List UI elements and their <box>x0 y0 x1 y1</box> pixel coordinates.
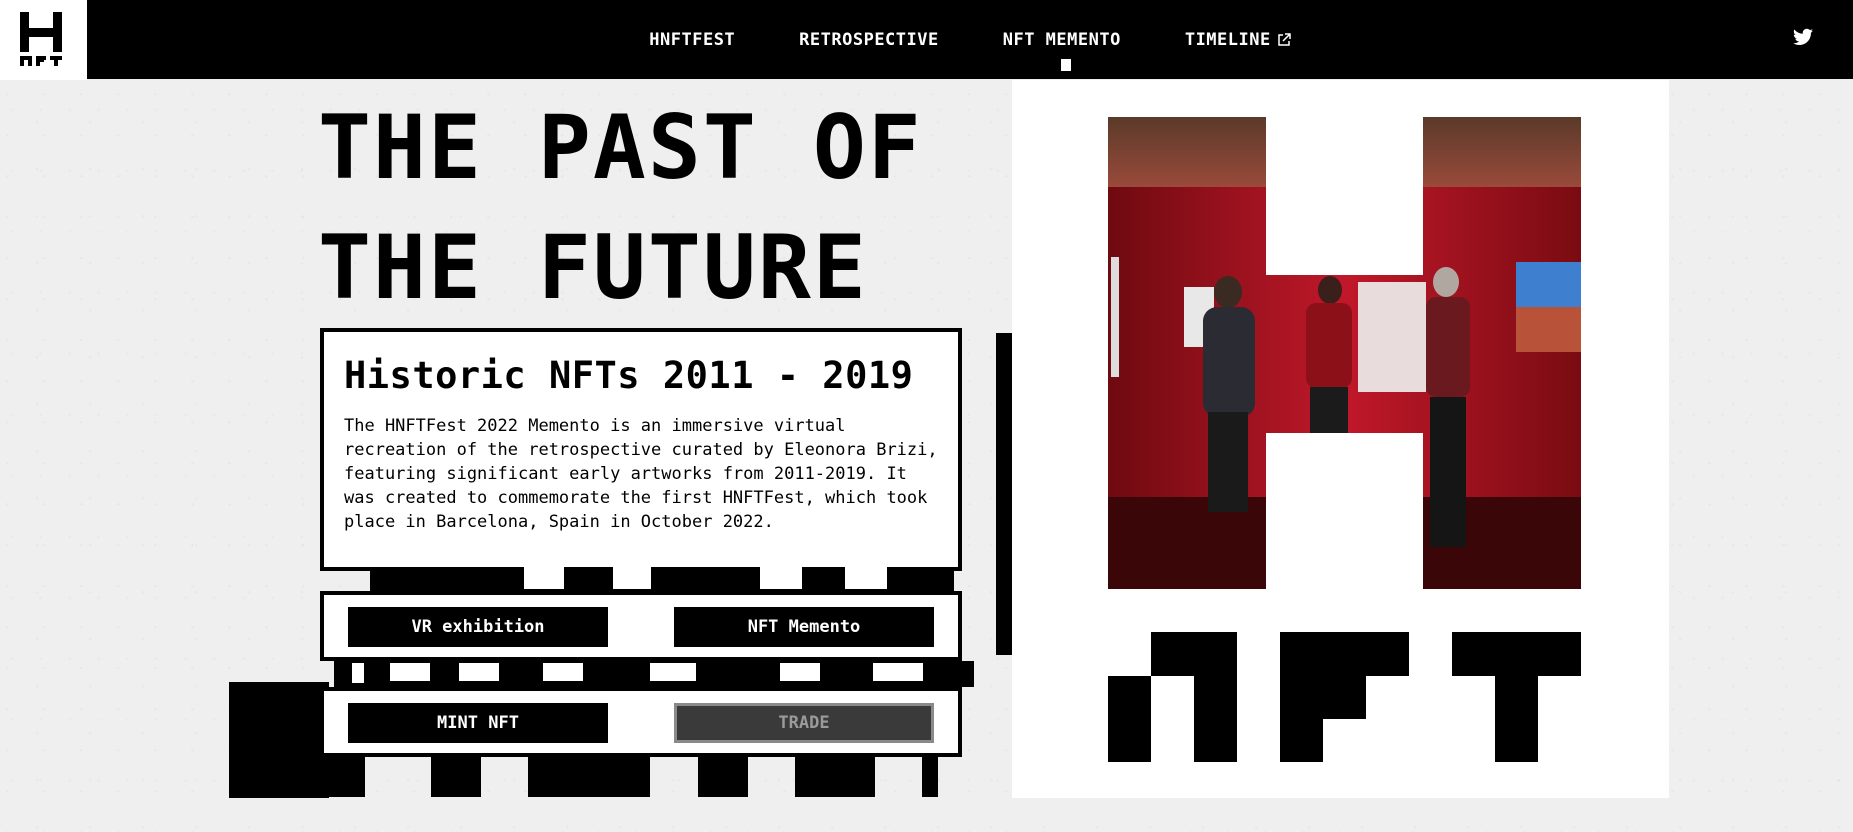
exhibition-photo-image <box>1108 117 1581 589</box>
nav-label: TIMELINE <box>1184 29 1271 50</box>
card-body: The HNFTFest 2022 Memento is an immersiv… <box>344 416 938 532</box>
twitter-link[interactable] <box>1793 28 1813 50</box>
site-logo[interactable] <box>0 0 87 80</box>
hero-title-line-1: THE PAST OF <box>318 96 923 199</box>
trade-button[interactable]: TRADE <box>674 703 934 743</box>
hnft-logo-icon <box>20 12 62 66</box>
mint-nft-button[interactable]: MINT NFT <box>348 703 608 743</box>
pixel-block-large <box>229 682 329 798</box>
exhibition-photo <box>1108 117 1581 589</box>
twitter-icon <box>1793 28 1813 45</box>
external-link-icon <box>1277 32 1291 46</box>
nav-item-retrospective[interactable]: RETROSPECTIVE <box>799 30 939 50</box>
button-row-primary: VR exhibition NFT Memento <box>320 591 962 661</box>
nav-item-hnftfest[interactable]: HNFTFEST <box>649 30 735 50</box>
nav-item-timeline[interactable]: TIMELINE <box>1185 30 1291 50</box>
hero-title-line-2: THE FUTURE <box>318 216 868 319</box>
vertical-divider-bar <box>996 333 1012 655</box>
nft-memento-button[interactable]: NFT Memento <box>674 607 934 647</box>
hnft-artwork-panel <box>1012 80 1669 798</box>
nav-label: RETROSPECTIVE <box>799 29 939 50</box>
nav-label: NFT MEMENTO <box>1002 29 1121 50</box>
button-row-secondary: MINT NFT TRADE <box>320 687 962 757</box>
vr-exhibition-button[interactable]: VR exhibition <box>348 607 608 647</box>
card-heading: Historic NFTs 2011 - 2019 <box>344 354 914 397</box>
nav-links: HNFTFEST RETROSPECTIVE NFT MEMENTO TIMEL… <box>87 0 1853 79</box>
nav-item-nft-memento[interactable]: NFT MEMENTO <box>1002 29 1121 71</box>
top-navbar: HNFTFEST RETROSPECTIVE NFT MEMENTO TIMEL… <box>87 0 1853 79</box>
info-card: Historic NFTs 2011 - 2019 The HNFTFest 2… <box>320 328 962 571</box>
hero-title: THE PAST OF THE FUTURE <box>318 88 923 328</box>
nav-label: HNFTFEST <box>649 29 736 50</box>
nft-pixel-logo-icon <box>1108 632 1581 762</box>
